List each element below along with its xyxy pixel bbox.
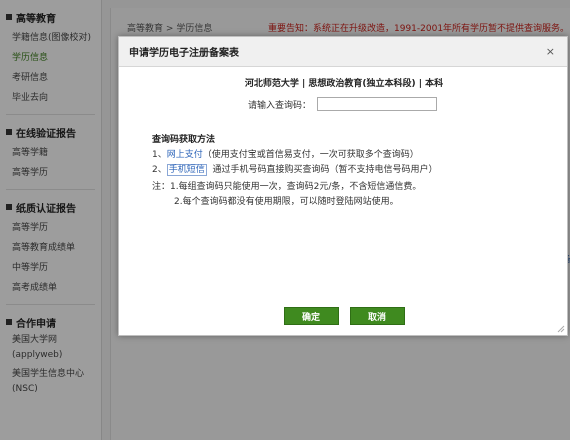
how-to-get-title: 查询码获取方法 [152, 135, 216, 145]
confirm-button[interactable]: 确定 [283, 307, 339, 325]
resize-handle-icon[interactable] [557, 325, 565, 333]
dialog-buttons: 确定 取消 [119, 307, 569, 325]
close-icon[interactable]: × [546, 45, 555, 58]
query-code-label: 请输入查询码： [248, 100, 312, 111]
school-info: 河北师范大学 | 思想政治教育(独立本科段) | 本科 [244, 79, 444, 89]
method-number: 1、 [152, 150, 167, 160]
sms-link[interactable]: 手机短信 [166, 164, 207, 176]
dialog-header: 申请学历电子注册备案表 × [119, 37, 567, 67]
method-number: 2、 [152, 165, 167, 175]
method-description: 通过手机号码直接购买查询码（暂不支持电信号码用户） [212, 165, 438, 175]
apply-record-dialog: 申请学历电子注册备案表 × 河北师范大学 | 思想政治教育(独立本科段) | 本… [118, 36, 568, 336]
online-pay-link[interactable]: 网上支付 [167, 150, 203, 160]
dialog-title: 申请学历电子注册备案表 [129, 48, 239, 59]
query-code-input[interactable] [317, 97, 438, 111]
query-code-row: 请输入查询码： [248, 97, 438, 111]
method-sms: 2、 手机短信 通过手机号码直接购买查询码（暂不支持电信号码用户） [152, 162, 438, 176]
method-description: （使用支付宝或首信易支付，一次可获取多个查询码） [202, 150, 419, 160]
cancel-button[interactable]: 取消 [349, 307, 405, 325]
note-text: 2.每个查询码都没有使用期限，可以随时登陆网站使用。 [174, 197, 399, 207]
note-line-2: 2.每个查询码都没有使用期限，可以随时登陆网站使用。 [152, 194, 399, 207]
note-line-1: 注：1.每组查询码只能使用一次，查询码2元/条，不含短信通信费。 [152, 182, 422, 192]
method-online: 1、网上支付（使用支付宝或首信易支付，一次可获取多个查询码） [152, 147, 419, 160]
